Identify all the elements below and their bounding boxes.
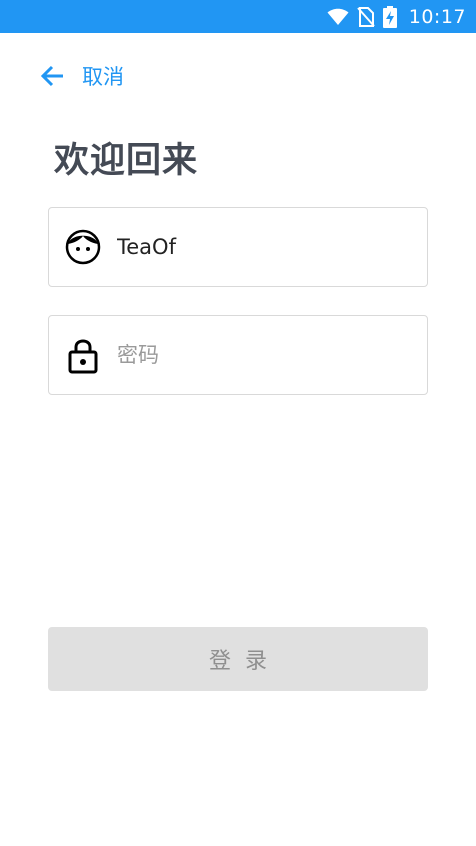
status-icons: 10:17 [327, 5, 466, 28]
arrow-left-icon [40, 65, 64, 87]
page-title: 欢迎回来 [54, 141, 199, 181]
cancel-label: 取消 [82, 65, 124, 89]
status-bar: 10:17 [0, 0, 476, 33]
status-time: 10:17 [408, 5, 466, 28]
username-field[interactable] [48, 207, 428, 287]
no-sim-icon [356, 6, 375, 27]
lock-icon [65, 337, 101, 374]
login-button[interactable]: 登录 [48, 627, 428, 691]
password-field[interactable] [48, 315, 428, 395]
cancel-button[interactable]: 取消 [40, 58, 124, 94]
face-icon [65, 229, 101, 265]
username-input[interactable] [117, 227, 397, 267]
battery-charging-icon [382, 5, 397, 28]
wifi-icon [327, 8, 349, 26]
password-input[interactable] [117, 335, 397, 375]
